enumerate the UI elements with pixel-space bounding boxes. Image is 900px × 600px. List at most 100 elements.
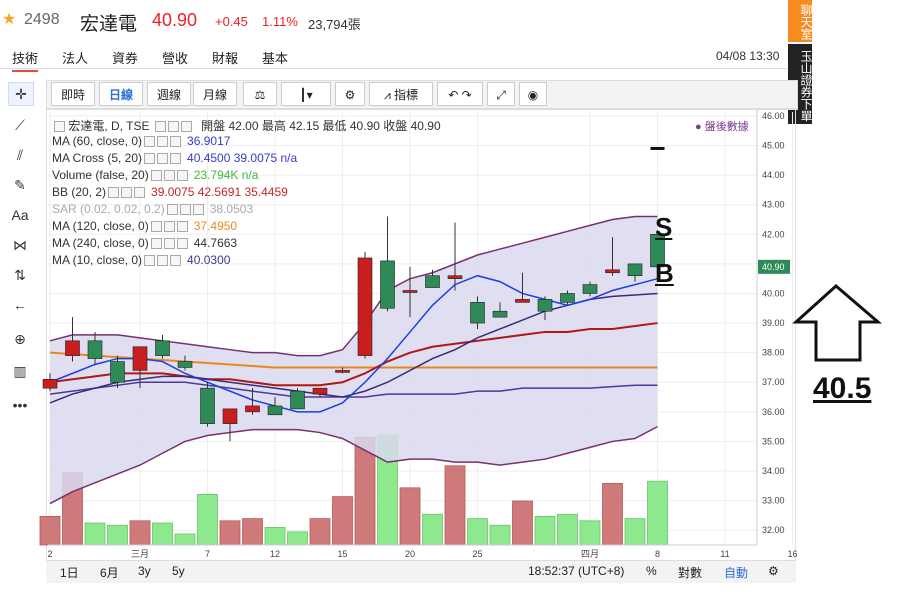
volume-bar	[422, 513, 443, 546]
candle-body	[605, 269, 620, 274]
indicator-control-icon[interactable]	[157, 136, 169, 148]
indicator-control-icon[interactable]	[150, 238, 162, 250]
candle-body	[65, 340, 80, 356]
indicator-control-icon[interactable]	[108, 187, 120, 199]
annotation-s: S	[655, 212, 673, 242]
x-tick-label: 四月	[581, 549, 599, 559]
indicator-control-icon[interactable]	[163, 238, 175, 250]
legend-dot-icon: ●	[695, 121, 705, 133]
indicator-control-icon[interactable]	[170, 136, 182, 148]
y-tick-label: 36.00	[762, 407, 785, 417]
indicator-row: MA (120, close, 0) 37.4950	[52, 219, 237, 233]
candle-body	[110, 361, 125, 383]
indicator-control-icon[interactable]	[144, 153, 156, 165]
y-tick-label: 37.00	[762, 377, 785, 387]
remove-icon[interactable]	[180, 121, 192, 133]
indicator-control-icon[interactable]	[166, 204, 178, 216]
candle-body	[155, 340, 170, 356]
indicator-row: BB (20, 2) 39.0075 42.5691 35.4459	[52, 185, 288, 199]
volume-bar	[197, 493, 218, 546]
bottom-bar: 1日 6月 3y 5y 18:52:37 (UTC+8) % 對數 自動 ⚙	[46, 560, 796, 583]
candle-body	[447, 275, 463, 279]
indicator-label: SAR (0.02, 0.02, 0.2)	[52, 202, 165, 216]
indicator-control-icon[interactable]	[163, 170, 175, 182]
x-tick-label: 7	[205, 549, 210, 559]
indicator-control-icon[interactable]	[192, 204, 204, 216]
volume-bar	[129, 520, 151, 546]
candle-body	[402, 290, 418, 293]
range-6m-button[interactable]: 6月	[100, 564, 119, 581]
settings-small-icon[interactable]	[154, 121, 166, 133]
indicator-control-icon[interactable]	[170, 153, 182, 165]
eye-icon[interactable]	[167, 121, 179, 133]
indicator-control-icon[interactable]	[176, 170, 188, 182]
log-toggle[interactable]: 對數	[678, 564, 702, 581]
last-price-label: 40.90	[762, 262, 785, 272]
collapse-icon[interactable]	[54, 121, 65, 133]
volume-bar	[602, 482, 623, 546]
indicator-control-icon[interactable]	[157, 255, 169, 267]
indicator-control-icon[interactable]	[176, 238, 188, 250]
indicator-label: MA (10, close, 0)	[52, 253, 143, 267]
range-3y-button[interactable]: 3y	[138, 564, 151, 578]
candle-body	[42, 378, 58, 389]
indicator-control-icon[interactable]	[144, 136, 156, 148]
indicator-values: 37.4950	[193, 219, 238, 233]
candle-body	[132, 346, 148, 371]
indicator-values: 40.0300	[187, 253, 231, 267]
x-tick-label: 16	[787, 549, 797, 559]
indicator-control-icon[interactable]	[121, 187, 133, 199]
volume-bar	[647, 480, 668, 546]
indicator-row: Volume (false, 20) 23.794K n/a	[52, 168, 258, 182]
candle-body	[582, 284, 598, 294]
indicator-values: 38.0503	[209, 202, 254, 216]
chart-svg[interactable]: 32.00 33.00 34.00 35.00 36.00 37.00 38.00 39.00…	[0, 0, 900, 600]
candle-body	[245, 405, 260, 413]
candle-body	[290, 390, 305, 410]
indicator-control-icon[interactable]	[163, 221, 175, 233]
volume-bar	[84, 522, 106, 546]
indicator-values: 40.4500 39.0075 n/a	[187, 151, 298, 165]
range-1d-button[interactable]: 1日	[60, 564, 79, 581]
indicator-label: MA (60, close, 0)	[52, 134, 143, 148]
y-tick-label: 40.00	[762, 288, 785, 298]
indicator-control-icon[interactable]	[179, 204, 191, 216]
indicator-control-icon[interactable]	[170, 255, 182, 267]
indicator-control-icon[interactable]	[134, 187, 146, 199]
candle-body	[357, 257, 373, 356]
volume-bar	[557, 513, 578, 546]
x-tick-label: 12	[270, 549, 280, 559]
volume-bar	[264, 527, 286, 546]
volume-bar	[242, 518, 263, 546]
indicator-values: 23.794K n/a	[193, 168, 259, 182]
indicator-values: 39.0075 42.5691 35.4459	[151, 185, 288, 199]
y-tick-label: 46.00	[762, 111, 785, 121]
candle-body	[222, 408, 238, 424]
x-tick-label: 20	[405, 549, 415, 559]
auto-scale-toggle[interactable]: 自動	[724, 564, 748, 581]
candle-body	[470, 302, 485, 324]
clock-time: 18:52:37 (UTC+8)	[528, 564, 625, 578]
indicator-label: BB (20, 2)	[52, 185, 107, 199]
indicator-control-icon[interactable]	[176, 221, 188, 233]
indicator-control-icon[interactable]	[150, 170, 162, 182]
indicator-control-icon[interactable]	[157, 153, 169, 165]
x-tick-label: 三月	[131, 549, 149, 559]
candle-body	[537, 299, 553, 312]
candle-body	[492, 310, 508, 318]
x-tick-label: 8	[655, 549, 660, 559]
percent-toggle[interactable]: %	[646, 564, 657, 578]
y-tick-label: 43.00	[762, 200, 785, 210]
candle-body	[380, 260, 395, 309]
indicator-control-icon[interactable]	[144, 255, 156, 267]
scale-settings-icon[interactable]: ⚙	[768, 564, 779, 578]
info-title: 宏達電, D, TSE	[68, 119, 150, 133]
volume-bar	[624, 518, 646, 546]
volume-bar	[467, 518, 488, 546]
volume-bar	[489, 524, 511, 546]
range-5y-button[interactable]: 5y	[172, 564, 185, 578]
volume-bar	[512, 500, 533, 546]
indicator-control-icon[interactable]	[150, 221, 162, 233]
candle-body	[177, 361, 193, 368]
candle-body	[267, 405, 283, 416]
